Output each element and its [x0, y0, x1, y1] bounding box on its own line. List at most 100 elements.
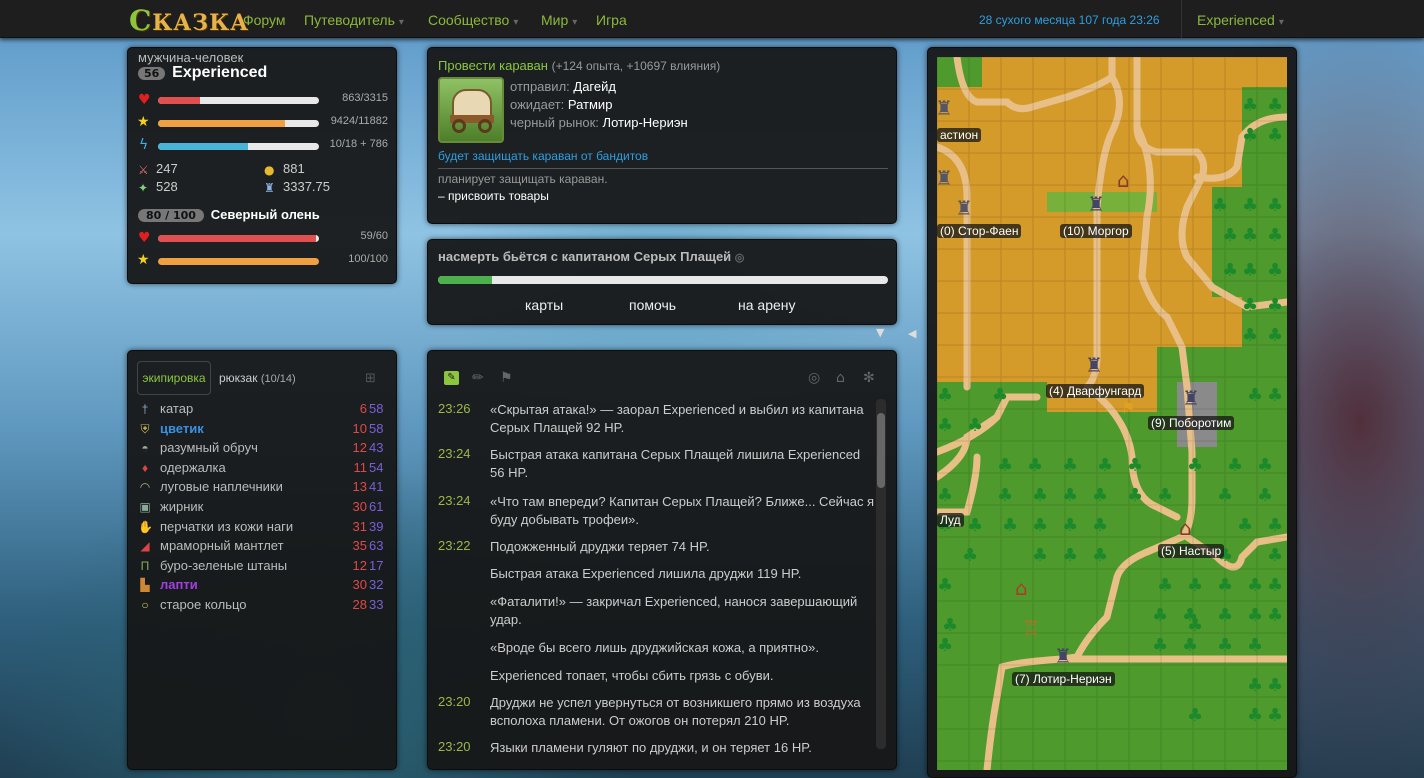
tree-icon: ♣ [1247, 675, 1264, 696]
companion-coherence-badge: 80 / 100 [138, 209, 204, 222]
nav-guide[interactable]: Путеводитель ▾ [304, 12, 404, 28]
map-label[interactable]: Луд [937, 513, 964, 527]
equipment-item[interactable]: ⛨ цветик 10 58 [138, 421, 388, 440]
map-label[interactable]: (7) Лотир-Нериэн [1012, 672, 1115, 686]
castle-icon[interactable]: ♜ [1085, 354, 1103, 376]
quest-actor-name[interactable]: Лотир-Нериэн [603, 115, 688, 130]
gloves-icon: ✋ [138, 519, 153, 534]
map-label[interactable]: (9) Поборотим [1148, 416, 1235, 430]
map-label[interactable]: (10) Моргор [1060, 224, 1132, 238]
tree-icon: ♣ [1062, 485, 1079, 506]
equipment-item-level: 58 [369, 401, 384, 416]
action-progress-bar [438, 276, 888, 284]
map-label[interactable]: (5) Настыр [1158, 544, 1225, 558]
journal-tab-icon[interactable]: ✎ [444, 371, 459, 385]
scrollbar-thumb[interactable] [877, 413, 885, 488]
home-icon[interactable]: ⌂ [836, 370, 845, 386]
equipment-item[interactable]: † катар 6 58 [138, 401, 388, 420]
tree-icon: ♣ [1127, 455, 1144, 476]
map-label[interactable]: (0) Стор-Фаен [937, 224, 1022, 238]
castle-icon[interactable]: ♜ [1182, 387, 1200, 409]
quest-actor-name[interactable]: Дагейд [573, 79, 616, 94]
quest-actor-role: ожидает: [510, 97, 565, 112]
nav-community[interactable]: Сообщество ▾ [428, 12, 518, 28]
equipment-item[interactable]: ▙ лапти 30 32 [138, 577, 388, 596]
flag-icon[interactable]: ⚑ [500, 370, 513, 386]
info-icon[interactable]: ◎ [735, 252, 745, 264]
equipment-item-name: перчатки из кожи наги [160, 518, 294, 534]
quest-actor-name[interactable]: Ратмир [568, 97, 613, 112]
pencil-icon[interactable]: ✏ [472, 370, 484, 386]
account-menu[interactable]: Experienced ▾ [1197, 12, 1284, 28]
equipment-item[interactable]: ▣ жирник 30 61 [138, 499, 388, 518]
cards-button[interactable]: карты [525, 297, 563, 313]
journal-message: Друджи не успел увернуться от возникшего… [490, 695, 861, 728]
castle-icon[interactable]: ♜ [937, 167, 953, 189]
tree-icon: ♣ [997, 485, 1014, 506]
site-logo[interactable]: СКАЗКА [129, 4, 249, 37]
equipment-item[interactable]: ○ старое кольцо 28 33 [138, 597, 388, 616]
quest-choice[interactable]: будет защищать караван от бандитов [438, 149, 648, 163]
equipment-item-name: луговые наплечники [160, 479, 283, 495]
tab-bag[interactable]: рюкзак (10/14) [219, 371, 296, 385]
equipment-item-name: лапти [160, 577, 198, 593]
journal-time: 23:24 [438, 446, 471, 461]
orc-camp-icon[interactable]: ⌂ [1179, 517, 1192, 539]
tree-icon: ♣ [1242, 225, 1259, 246]
tab-equipment[interactable]: экипировка [137, 361, 211, 395]
world-map[interactable]: ♣ ♣ ♣ ♣ ♣ ♣ ♣ ♣ ♣ ♣ ♣ ♣ ♣ ♣ ♣ ♣ ♣ ♣ ♣ ♣ ♣ ♣ ♣ ♣ ♣ ♣ ♣ ♣ ♣ ♣ ♣ ♣ ♣ ♣ ♣ ♣ ♣ ♣ ♣ ♣… [937, 57, 1287, 770]
tree-icon: ♣ [1247, 705, 1264, 726]
tree-view-icon[interactable]: ⊞ [365, 371, 376, 386]
nav-game-label: Игра [596, 12, 627, 28]
quest-actor-line: черный рынок: Лотир-Нериэн [510, 114, 688, 132]
nav-world[interactable]: Мир ▾ [541, 12, 577, 28]
help-button[interactable]: помочь [629, 297, 676, 313]
house-icon[interactable]: ⌂ [1117, 169, 1130, 191]
equipment-item-level: 63 [369, 538, 384, 554]
chevron-down-icon[interactable]: ▼ [876, 326, 884, 339]
tree-icon: ♣ [1027, 455, 1044, 476]
tree-icon: ♣ [1247, 385, 1264, 406]
castle-icon[interactable]: ♜ [1054, 645, 1072, 667]
equipment-item[interactable]: ◓ разумный обруч 12 43 [138, 440, 388, 459]
amulet-icon: ♦ [141, 460, 149, 475]
quest-title[interactable]: Провести караван [438, 58, 548, 73]
top-navigation-bar: СКАЗКА Форум Путеводитель ▾ Сообщество ▾ М… [0, 0, 1424, 38]
journal-panel: ✎ ✏ ⚑ ◎ ⌂ ✻ 23:26 «Скрытая атака!» — заор… [427, 350, 897, 770]
target-icon[interactable]: ◎ [808, 370, 820, 386]
equipment-item[interactable]: ◢ мраморный мантлет 35 63 [138, 538, 388, 557]
equipment-item[interactable]: ◠ луговые наплечники 13 41 [138, 479, 388, 498]
journal-time: 23:20 [438, 694, 471, 709]
map-label[interactable]: астион [937, 128, 982, 142]
tree-icon: ♣ [1267, 260, 1284, 281]
castle-icon[interactable]: ♜ [955, 197, 973, 219]
house-icon[interactable]: ⌂ [1015, 577, 1028, 599]
arena-button[interactable]: на арену [738, 297, 796, 313]
tree-icon: ♣ [1187, 615, 1204, 636]
journal-message: «Что там впереди? Капитан Серых Плащей? … [490, 494, 875, 527]
equipment-item-name: цветик [160, 420, 204, 436]
tree-icon: ♣ [1182, 635, 1199, 656]
hero-marker-icon[interactable]: ⚑ [1121, 397, 1135, 419]
hero-health-fill [158, 97, 200, 104]
journal-scrollbar[interactable] [876, 399, 886, 749]
castle-icon[interactable]: ♜ [1087, 193, 1105, 215]
might-icon: ♜ [264, 181, 275, 195]
tree-icon: ♣ [1242, 125, 1259, 146]
shield-icon: ⛨ [140, 421, 150, 436]
tree-icon: ♣ [1267, 125, 1284, 146]
nav-game[interactable]: Игра [596, 12, 627, 28]
tree-icon: ♣ [1247, 575, 1264, 596]
equipment-item[interactable]: ✋ перчатки из кожи наги 31 39 [138, 519, 388, 538]
companion-health-bar [158, 235, 319, 242]
gear-icon[interactable]: ✻ [863, 370, 875, 386]
chevron-left-icon[interactable]: ◀ [908, 327, 916, 340]
quest-actor-line: отправил: Дагейд [510, 78, 688, 96]
tower-icon[interactable]: ♖ [1022, 617, 1040, 639]
tree-icon: ♣ [1247, 635, 1264, 656]
castle-icon[interactable]: ♜ [937, 97, 953, 119]
map-label[interactable]: (4) Дварфунгард [1046, 384, 1145, 398]
equipment-item[interactable]: Πбуро-зеленые штаны 12 17 [138, 558, 388, 577]
equipment-item[interactable]: ♦ одержалка 11 54 [138, 460, 388, 479]
nav-forum[interactable]: Форум [243, 12, 286, 28]
